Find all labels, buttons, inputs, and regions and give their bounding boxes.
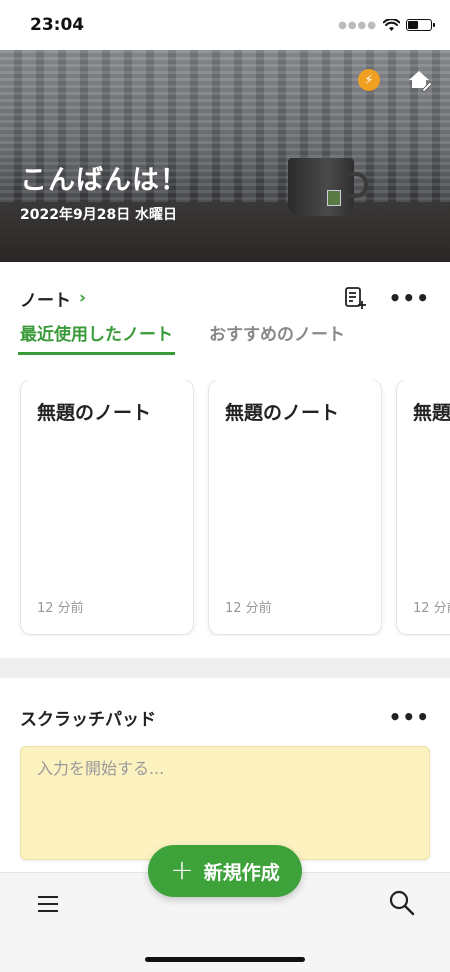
notes-tabs: 最近使用したノート おすすめのノート bbox=[18, 316, 430, 355]
home-edit-icon[interactable] bbox=[406, 66, 434, 94]
scratchpad-more-icon[interactable]: ••• bbox=[389, 707, 430, 727]
note-card[interactable]: 無題のノート 12 分前 bbox=[21, 380, 193, 634]
section-divider bbox=[0, 658, 450, 678]
note-card-time: 12 分前 bbox=[225, 601, 272, 616]
notes-header: ノート › ••• bbox=[20, 284, 430, 312]
tab-recent-notes[interactable]: 最近使用したノート bbox=[18, 316, 175, 355]
status-time: 23:04 bbox=[30, 15, 85, 35]
note-card[interactable]: 無題のノート 12 分前 bbox=[209, 380, 381, 634]
tea-tag bbox=[327, 190, 341, 206]
note-cards: 無題のノート 12 分前 無題のノート 12 分前 無題のノート 12 分前 bbox=[0, 380, 450, 636]
note-card-title: 無題のノート bbox=[225, 402, 340, 424]
plus-icon: + bbox=[170, 852, 194, 886]
scratchpad-input[interactable] bbox=[37, 759, 413, 778]
scratchpad-header: スクラッチパッド ••• bbox=[20, 704, 430, 730]
new-note-icon[interactable] bbox=[343, 286, 367, 310]
note-card-time: 12 分前 bbox=[413, 601, 450, 616]
lightning-bolt-icon[interactable]: ⚡ bbox=[358, 69, 380, 91]
new-note-button[interactable]: + 新規作成 bbox=[148, 845, 302, 897]
home-indicator bbox=[145, 957, 305, 962]
date-text: 2022年9月28日 水曜日 bbox=[20, 207, 178, 223]
scratchpad-section: スクラッチパッド ••• bbox=[0, 704, 450, 730]
status-bar: 23:04 ●●●● bbox=[0, 0, 450, 50]
status-icons: ●●●● bbox=[338, 18, 435, 32]
note-card[interactable]: 無題のノート 12 分前 bbox=[397, 380, 450, 634]
signal-icon: ●●●● bbox=[338, 19, 377, 31]
menu-icon[interactable] bbox=[36, 893, 60, 915]
tab-suggested-notes[interactable]: おすすめのノート bbox=[209, 316, 345, 352]
scratchpad-title: スクラッチパッド bbox=[20, 709, 156, 730]
new-note-button-label: 新規作成 bbox=[203, 861, 280, 884]
scratchpad-area[interactable] bbox=[20, 746, 430, 860]
notes-actions: ••• bbox=[343, 286, 430, 310]
mug-handle bbox=[346, 172, 368, 198]
search-icon[interactable] bbox=[388, 889, 416, 917]
hero-banner: ⚡ こんばんは！ 2022年9月28日 水曜日 bbox=[0, 50, 450, 262]
notes-more-icon[interactable]: ••• bbox=[389, 288, 430, 308]
greeting-text: こんばんは！ bbox=[20, 165, 188, 196]
notes-title: ノート bbox=[20, 290, 71, 311]
note-card-title: 無題のノート bbox=[37, 402, 152, 424]
chevron-right-icon: › bbox=[79, 288, 87, 308]
notes-section: ノート › ••• 最近使用したノート おすすめのノート bbox=[0, 284, 450, 355]
battery-icon bbox=[406, 19, 435, 31]
wifi-icon bbox=[383, 18, 400, 31]
note-card-time: 12 分前 bbox=[37, 601, 84, 616]
note-card-title: 無題のノート bbox=[413, 402, 450, 424]
notes-title-link[interactable]: ノート › bbox=[20, 286, 86, 311]
mug-image bbox=[288, 158, 354, 216]
